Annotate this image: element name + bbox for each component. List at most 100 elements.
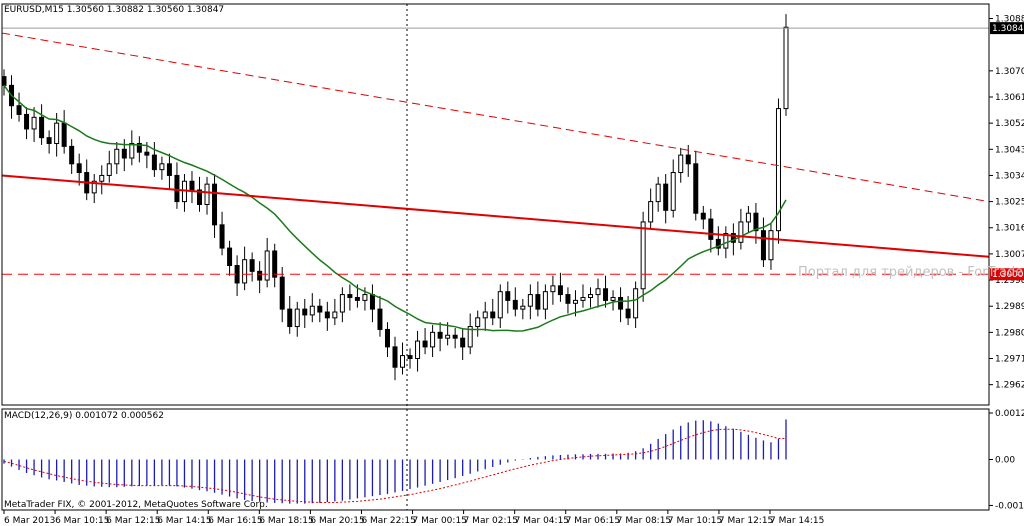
candle-bull bbox=[768, 230, 774, 261]
candle-bear bbox=[272, 250, 278, 278]
candle-bull bbox=[54, 122, 60, 144]
candle-bull bbox=[745, 212, 751, 223]
candle-bear bbox=[121, 148, 127, 159]
candle-bull bbox=[242, 259, 248, 284]
candle-bull bbox=[595, 288, 601, 296]
candle-bull bbox=[572, 299, 578, 304]
candle-bull bbox=[550, 285, 556, 293]
y-tick-label: 1.30430 bbox=[995, 145, 1024, 155]
candle-bear bbox=[219, 224, 225, 249]
candle-bear bbox=[24, 113, 30, 130]
candle-bull bbox=[542, 291, 548, 310]
candle-bear bbox=[144, 151, 150, 156]
candle-bear bbox=[760, 230, 766, 261]
candle-bear bbox=[685, 154, 691, 165]
candle-bull bbox=[580, 296, 586, 301]
mt4-chart: 1.308801.307001.306101.305201.304301.303… bbox=[1, 3, 1024, 526]
candle-bull bbox=[430, 331, 436, 348]
candle-bear bbox=[437, 331, 443, 339]
y-tick-label: 1.30610 bbox=[995, 93, 1024, 103]
candle-bull bbox=[482, 311, 488, 319]
candle-bear bbox=[302, 308, 308, 316]
x-tick-label: 6 Mar 14:15 bbox=[157, 516, 211, 526]
candle-bull bbox=[264, 250, 270, 281]
candle-bull bbox=[648, 201, 654, 223]
candle-bull bbox=[114, 148, 120, 165]
candle-bull bbox=[497, 291, 503, 319]
candle-bear bbox=[384, 328, 390, 348]
y-tick-label: 1.30340 bbox=[995, 171, 1024, 181]
candle-bull bbox=[339, 294, 345, 313]
candle-bear bbox=[61, 122, 67, 147]
candle-bear bbox=[460, 337, 466, 348]
x-tick-label: 6 Mar 20:15 bbox=[310, 516, 364, 526]
candle-bear bbox=[46, 137, 52, 144]
candle-bear bbox=[1, 76, 7, 86]
macd-y-tick-label: -0.001228 bbox=[995, 501, 1024, 511]
candle-bear bbox=[76, 163, 82, 174]
candle-bear bbox=[354, 296, 360, 301]
x-tick-label: 7 Mar 10:15 bbox=[668, 516, 722, 526]
y-tick-label: 1.29800 bbox=[995, 328, 1024, 338]
watermark-text: Портал для трейдеров - ForTrader.ru bbox=[798, 265, 1024, 280]
candle-bull bbox=[106, 163, 112, 176]
copyright-text: MetaTrader FIX, © 2001-2012, MetaQuotes … bbox=[4, 500, 268, 510]
macd-panel bbox=[3, 419, 787, 504]
candle-bear bbox=[565, 294, 571, 304]
candle-bear bbox=[39, 116, 45, 139]
candle-bull bbox=[475, 317, 481, 328]
symbol-header: EURUSD,M15 1.30560 1.30882 1.30560 1.308… bbox=[4, 5, 224, 15]
y-tick-label: 1.30070 bbox=[995, 250, 1024, 260]
candle-bull bbox=[670, 172, 676, 211]
candle-bear bbox=[317, 305, 323, 313]
candle-bear bbox=[174, 174, 180, 203]
candle-bear bbox=[287, 308, 293, 328]
current-price-tag-label: 1.30847 bbox=[992, 24, 1024, 34]
candle-bear bbox=[16, 105, 22, 115]
candle-bear bbox=[249, 259, 255, 272]
macd-y-tick-label: 0.001276 bbox=[995, 409, 1024, 419]
candle-bull bbox=[400, 355, 406, 368]
macd-y-tick-label: 0.00 bbox=[995, 456, 1015, 466]
trendline-dashed bbox=[1, 32, 990, 203]
candle-bear bbox=[700, 212, 706, 220]
candle-bull bbox=[309, 305, 315, 316]
candle-bear bbox=[324, 311, 330, 319]
candle-bear bbox=[753, 212, 759, 232]
y-tick-label: 1.29890 bbox=[995, 302, 1024, 312]
candle-bear bbox=[212, 183, 218, 226]
candle-bull bbox=[633, 288, 639, 319]
y-tick-label: 1.30700 bbox=[995, 67, 1024, 77]
candle-bull bbox=[655, 183, 661, 203]
candle-bear bbox=[407, 355, 413, 360]
y-tick-label: 1.30250 bbox=[995, 198, 1024, 208]
x-tick-label: 6 Mar 16:15 bbox=[208, 516, 262, 526]
candle-bull bbox=[129, 142, 135, 159]
x-tick-label: 7 Mar 14:15 bbox=[770, 516, 824, 526]
x-tick-label: 7 Mar 12:15 bbox=[719, 516, 773, 526]
candle-bear bbox=[663, 183, 669, 211]
candle-bear bbox=[189, 180, 195, 191]
candle-bull bbox=[588, 294, 593, 298]
y-tick-label: 1.30520 bbox=[995, 119, 1024, 129]
y-tick-label: 1.29620 bbox=[995, 381, 1024, 391]
candle-bear bbox=[347, 294, 353, 298]
candle-bear bbox=[422, 340, 428, 348]
candle-bear bbox=[535, 294, 541, 310]
candle-bear bbox=[708, 218, 714, 240]
candle-bull bbox=[362, 294, 368, 301]
x-tick-label: 6 Mar 22:15 bbox=[361, 516, 415, 526]
x-tick-label: 7 Mar 00:15 bbox=[413, 516, 467, 526]
trendline-solid bbox=[1, 174, 990, 258]
price-panel-frame bbox=[1, 3, 990, 406]
candle-bull bbox=[99, 174, 105, 182]
x-tick-label: 6 Mar 2013 bbox=[4, 516, 55, 526]
y-tick-label: 1.29710 bbox=[995, 355, 1024, 365]
candle-bear bbox=[166, 163, 172, 176]
candle-bull bbox=[527, 294, 533, 307]
candle-bull bbox=[159, 163, 165, 171]
x-tick-label: 7 Mar 04:15 bbox=[515, 516, 569, 526]
candle-bear bbox=[512, 299, 518, 310]
y-tick-label: 1.30160 bbox=[995, 224, 1024, 234]
candle-bull bbox=[520, 305, 526, 310]
